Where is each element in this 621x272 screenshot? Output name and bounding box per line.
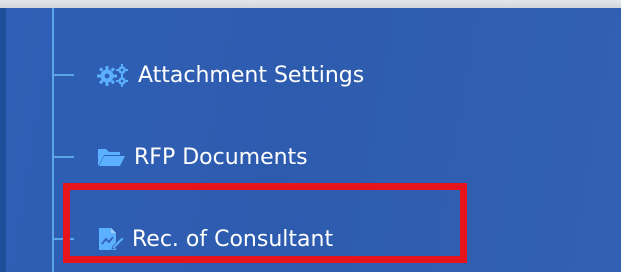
folder-open-icon [96,145,126,169]
tree-branch-connector [52,238,74,240]
cogs-icon [96,63,130,87]
tree-branch-connector [52,156,74,158]
sidebar-item-rfp-documents[interactable]: RFP Documents [96,137,308,177]
tree-branch-connector [52,74,74,76]
sidebar-left-rail [0,8,6,272]
sidebar-item-label: RFP Documents [134,144,308,170]
sidebar-item-label: Attachment Settings [138,62,365,88]
sidebar-item-attachment-settings[interactable]: Attachment Settings [96,55,364,95]
app-frame: Attachment Settings RFP Documents Rec. o… [0,0,621,272]
sidebar-item-label: Rec. of Consultant [132,226,334,252]
sidebar-item-rec-of-consultant[interactable]: Rec. of Consultant [96,219,333,259]
edit-document-icon [96,226,124,252]
sidebar-panel: Attachment Settings RFP Documents Rec. o… [0,8,621,272]
top-border-strip [0,0,621,8]
tree-vertical-line [52,8,54,272]
